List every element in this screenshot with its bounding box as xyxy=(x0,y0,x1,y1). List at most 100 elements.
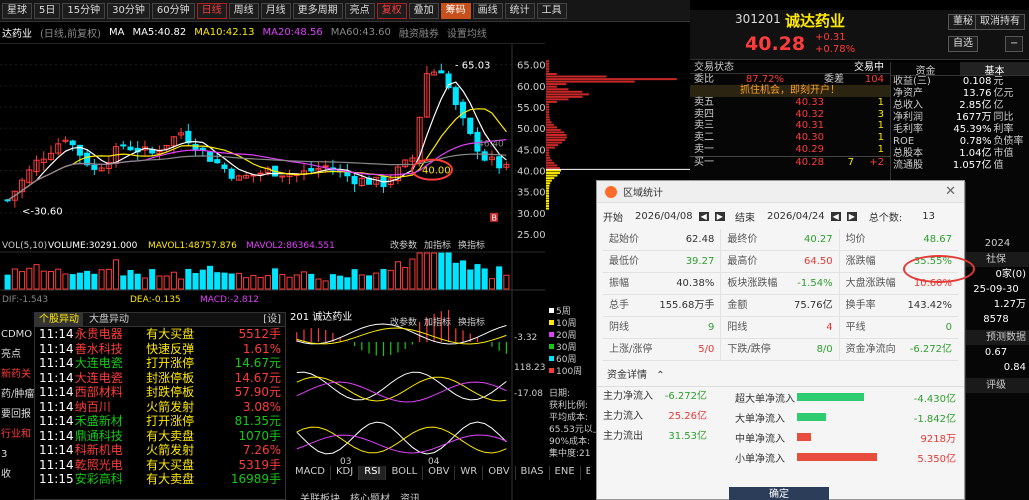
fund-flow-value: -6.272亿 xyxy=(664,391,707,402)
open-account-promo[interactable]: 抓住机会，即刻开户！ xyxy=(740,85,840,97)
volume-bar xyxy=(199,269,206,290)
volume-bar xyxy=(481,268,488,290)
alert-row[interactable]: 11:14 大连电瓷 打开涨停 14.67元 xyxy=(35,356,285,371)
bottom-tab[interactable]: 关联板块 xyxy=(300,490,340,500)
left-strip-item[interactable]: 3 xyxy=(0,445,34,465)
indicator-tab[interactable]: RSI xyxy=(359,466,387,480)
left-strip-item[interactable]: 新药关 xyxy=(0,365,34,385)
alert-row[interactable]: 11:14 大连电瓷 封涨停板 14.67元 xyxy=(35,371,285,386)
alert-row[interactable]: 11:15 安彩高科 有大卖盘 16989手 xyxy=(35,472,285,487)
toolbar-item[interactable]: 60分钟 xyxy=(151,2,195,19)
minus-button[interactable]: − xyxy=(1005,36,1024,52)
margin-trading-button[interactable]: 融资融券 xyxy=(399,25,439,40)
fund-flow-label: 主力流入 xyxy=(603,411,643,422)
swap-indicator-button[interactable]: 换指标 xyxy=(458,316,485,328)
stats-cell: 最高价 64.50 xyxy=(721,251,840,272)
alert-row[interactable]: 11:14 乾照光电 有大买盘 5319手 xyxy=(35,458,285,473)
next-end-button[interactable]: ▶ xyxy=(846,211,857,221)
add-watchlist-button[interactable]: 自选 xyxy=(948,36,978,52)
toolbar-item[interactable]: 亮点 xyxy=(344,2,375,19)
indicator-tab[interactable]: BRAR xyxy=(581,466,590,480)
left-strip-item[interactable]: 药/肿瘤药 xyxy=(0,385,34,405)
alert-value: 16989手 xyxy=(230,472,281,486)
collapse-icon[interactable]: ⌃ xyxy=(656,370,664,381)
alert-settings-button[interactable]: [设] xyxy=(263,313,285,326)
alert-row[interactable]: 11:14 善水科技 快速反弹 1.61% xyxy=(35,342,285,357)
ask-price: 40.31 xyxy=(795,120,824,132)
tab-stock-alerts[interactable]: 个股异动 xyxy=(35,313,83,326)
toolbar-item[interactable]: 周线 xyxy=(228,2,259,19)
set-ma-button[interactable]: 设置均线 xyxy=(447,25,487,40)
volume-bar xyxy=(315,278,322,290)
volume-bar xyxy=(380,269,387,290)
volume-bar xyxy=(134,273,141,290)
toolbar-item[interactable]: 15分钟 xyxy=(62,2,106,19)
alert-type: 有大买盘 xyxy=(146,327,195,341)
toolbar-item[interactable]: 工具 xyxy=(536,2,567,19)
close-icon[interactable]: ✕ xyxy=(945,184,956,199)
indicator-tab[interactable]: ENE xyxy=(550,466,581,480)
stats-value: 48.67 xyxy=(923,234,952,245)
indicator-tab[interactable]: BIAS xyxy=(516,466,550,480)
indicator-tab[interactable]: KDJ xyxy=(331,466,360,480)
stats-value: 0 xyxy=(945,322,952,333)
toolbar-item[interactable]: 更多周期 xyxy=(292,2,343,19)
alert-row[interactable]: 11:14 西部材料 封跌停板 57.90元 xyxy=(35,385,285,400)
alert-row[interactable]: 11:14 永贵电器 有大买盘 5512手 xyxy=(35,327,285,342)
fund-flow-label: 主力流出 xyxy=(603,431,643,442)
toolbar-item[interactable]: 30分钟 xyxy=(107,2,150,19)
cancel-hold-button[interactable]: 取消持有 xyxy=(975,14,1025,30)
stats-value: 40.27 xyxy=(804,234,833,245)
left-strip-item[interactable]: 要回报 xyxy=(0,405,34,425)
toolbar-item[interactable]: 月线 xyxy=(260,2,291,19)
fund-flow-value: 25.26亿 xyxy=(668,411,707,422)
indicator-tab[interactable]: OBV xyxy=(423,466,456,480)
indicator-tab[interactable]: MACD xyxy=(290,466,331,480)
candle xyxy=(351,172,358,193)
toolbar-item[interactable]: 日线 xyxy=(196,2,227,19)
volume-bar xyxy=(358,274,365,290)
prev-end-button[interactable]: ◀ xyxy=(830,211,841,221)
toolbar-item[interactable]: 复权 xyxy=(376,2,407,19)
tab-basic[interactable]: 基本 xyxy=(960,62,1029,77)
alert-value: 57.90元 xyxy=(234,385,281,399)
alert-row[interactable]: 11:14 鼎通科技 有大卖盘 1070手 xyxy=(35,429,285,444)
change-params-button[interactable]: 改参数 xyxy=(390,239,417,251)
fund-bar xyxy=(797,393,865,401)
stats-label: 资金净流向 xyxy=(845,344,896,355)
indicator-tab[interactable]: BOLL xyxy=(386,466,424,480)
toolbar-item[interactable]: 统计 xyxy=(504,2,535,19)
alert-row[interactable]: 11:14 禾盛新材 打开涨停 81.35元 xyxy=(35,414,285,429)
tab-market-alerts[interactable]: 大盘异动 xyxy=(83,313,135,326)
ratio-label: 委比 xyxy=(694,73,714,85)
fund-flow-right: 超大单净流入 -4.430亿 大单净流入 -1.842亿 中单净流入 9218万 小单净流入… xyxy=(715,387,964,467)
next-start-button[interactable]: ▶ xyxy=(714,211,725,221)
toolbar-item[interactable]: 画线 xyxy=(472,2,503,19)
add-indicator-button[interactable]: 加指标 xyxy=(424,239,451,251)
stats-cell: 平线 0 xyxy=(840,317,958,338)
indicator-tab[interactable]: OBV xyxy=(483,466,516,480)
toolbar-item[interactable]: 叠加 xyxy=(408,2,439,19)
tab-funds[interactable]: 资金 xyxy=(891,62,960,77)
bottom-tab[interactable]: 资讯 xyxy=(400,490,420,500)
alert-row[interactable]: 11:14 科新机电 火箭发射 7.26% xyxy=(35,443,285,458)
left-strip-item[interactable]: 行业和 xyxy=(0,425,34,445)
ask-row: 卖三 40.31 1 xyxy=(690,120,890,132)
toolbar-item[interactable]: 5日 xyxy=(34,2,61,19)
left-strip-item[interactable]: 收 xyxy=(0,465,34,485)
fund-value: 0.108 xyxy=(962,76,992,87)
change-params-button[interactable]: 改参数 xyxy=(390,316,417,328)
alert-row[interactable]: 11:14 纳百川 火箭发射 3.08% xyxy=(35,400,285,415)
left-strip-item[interactable]: CDMO xyxy=(0,325,34,345)
indicator-tab[interactable]: WR xyxy=(455,466,484,480)
confirm-button[interactable]: 确定 xyxy=(729,487,829,500)
secretary-button[interactable]: 董秘 xyxy=(948,14,978,30)
left-strip-item[interactable]: 亮点 xyxy=(0,345,34,365)
prev-start-button[interactable]: ◀ xyxy=(698,211,709,221)
toolbar-item[interactable]: 星球 xyxy=(2,2,32,19)
toolbar-item[interactable]: 筹码 xyxy=(440,2,471,19)
swap-indicator-button[interactable]: 换指标 xyxy=(458,239,485,251)
bottom-tab[interactable]: 核心题材 xyxy=(350,490,390,500)
add-indicator-button[interactable]: 加指标 xyxy=(424,316,451,328)
volume-bar xyxy=(235,272,242,290)
